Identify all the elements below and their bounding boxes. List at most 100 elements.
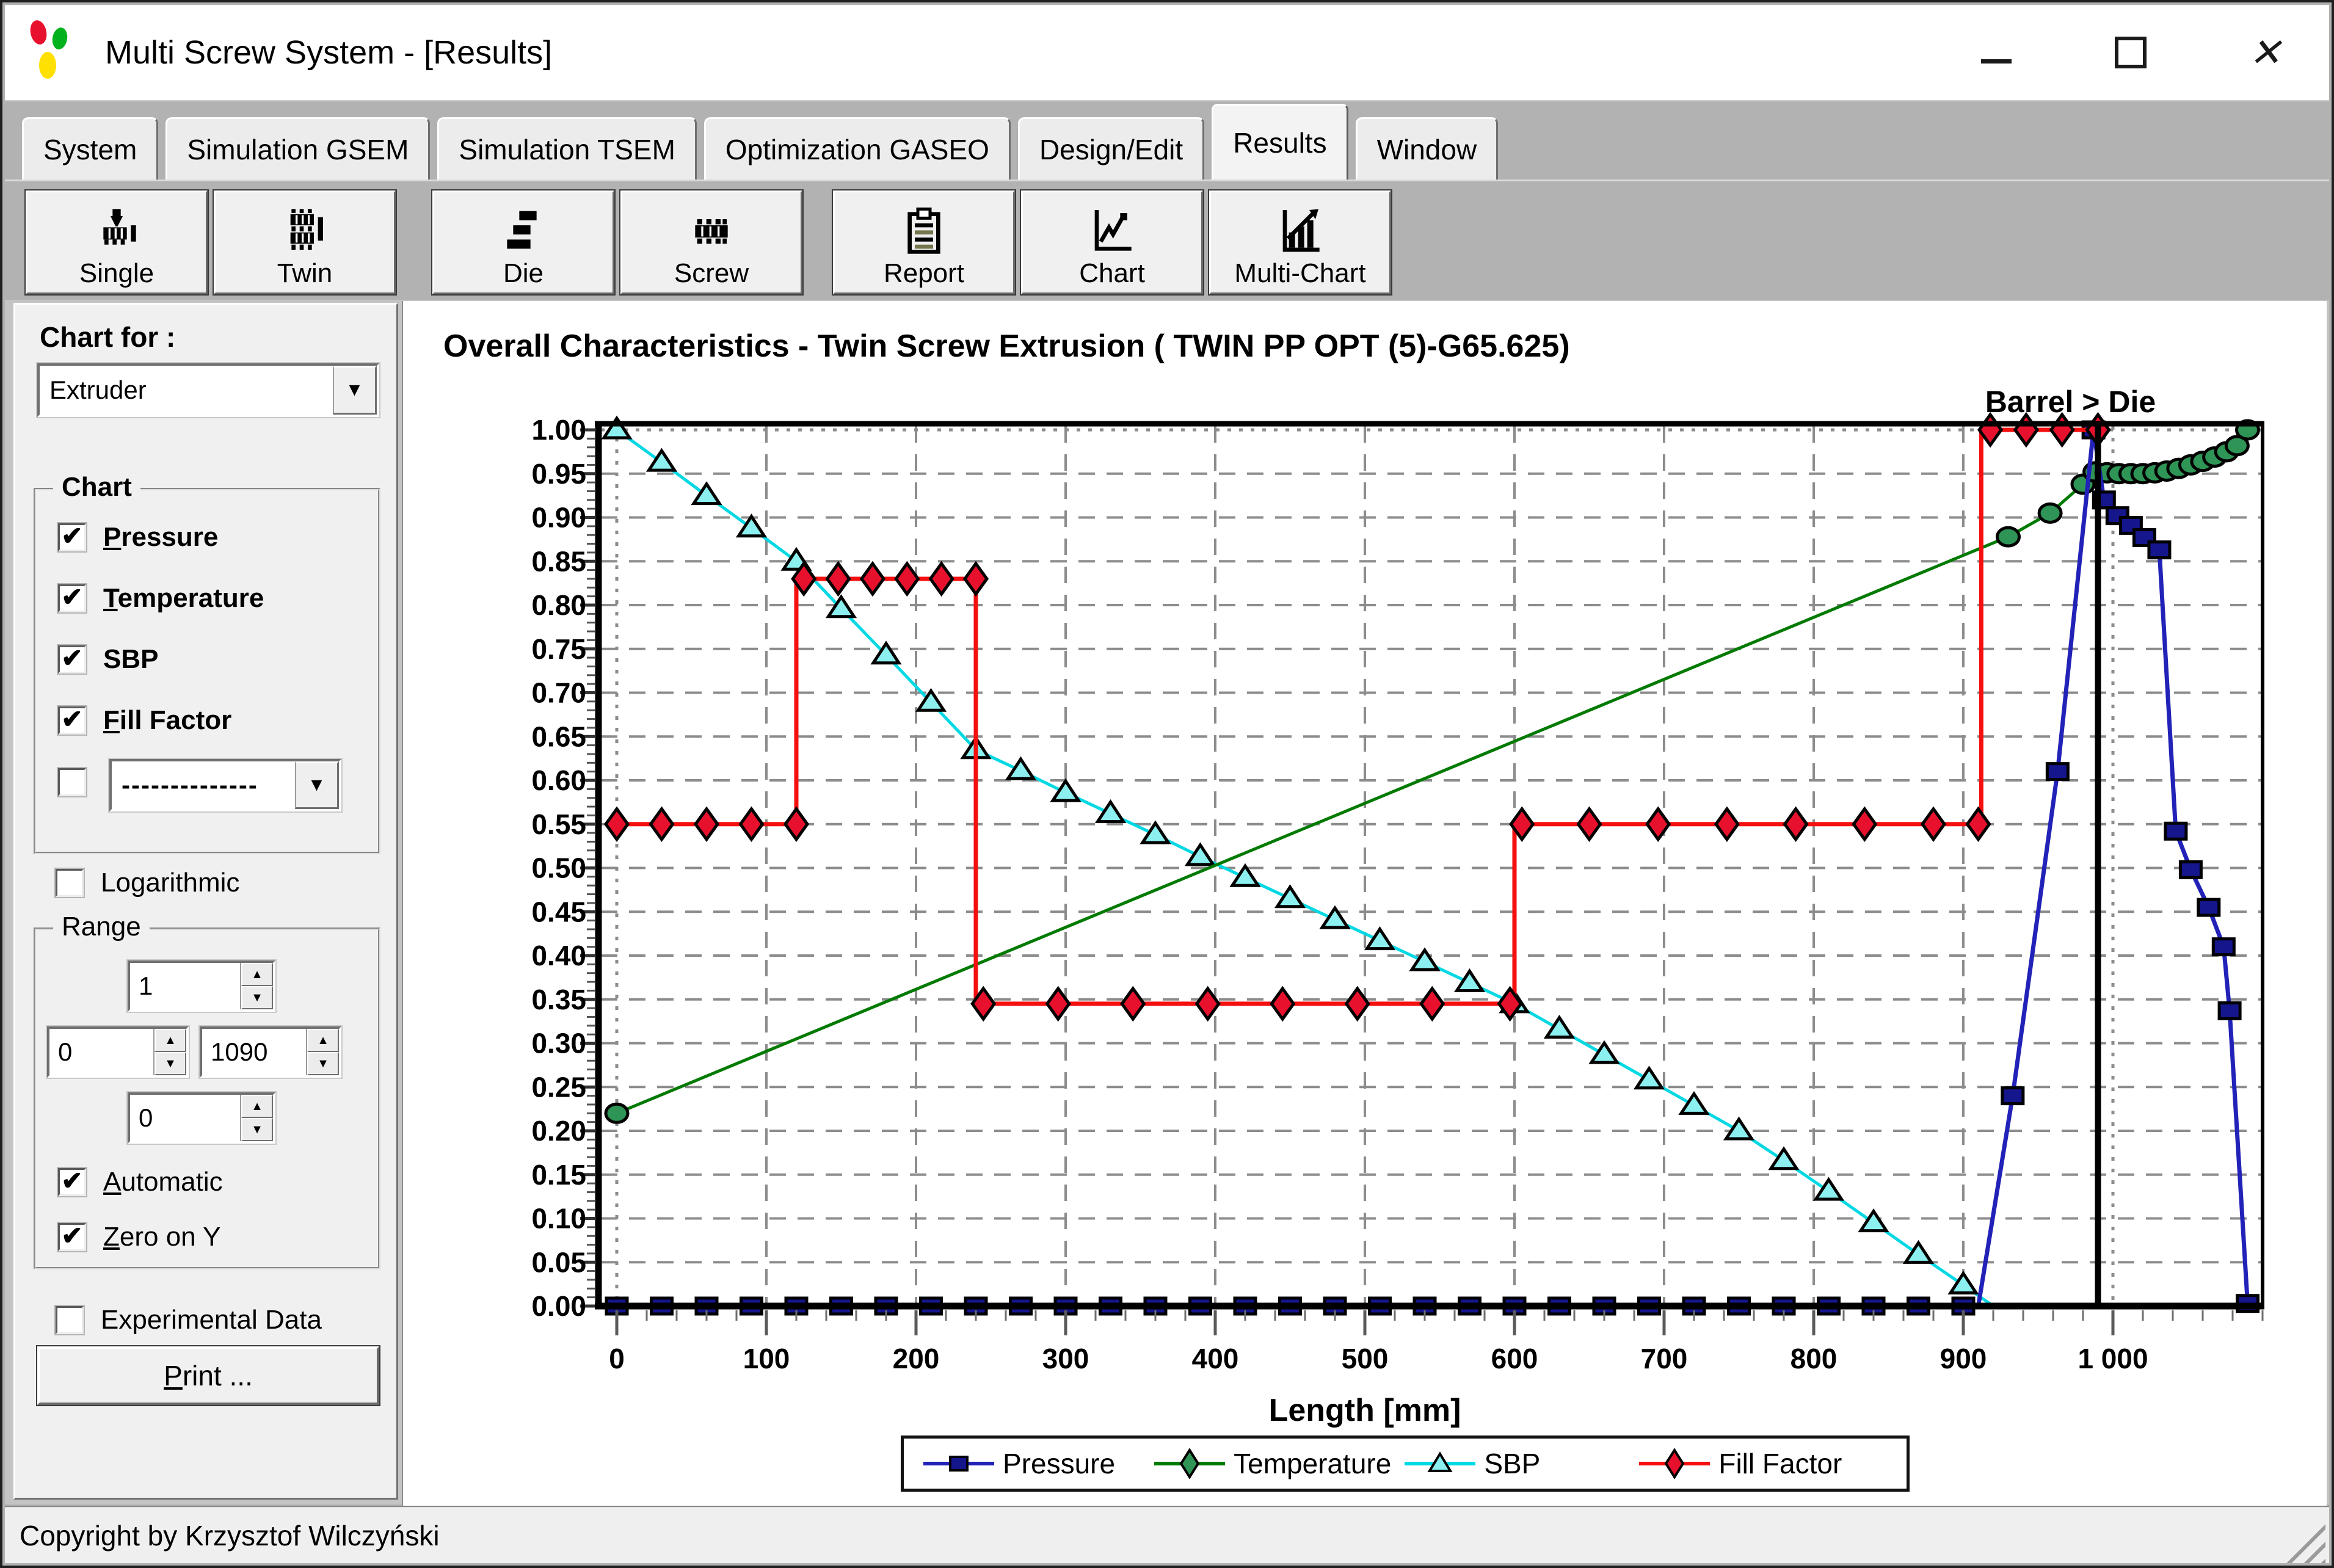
- tab-optimization-gaseo[interactable]: Optimization GASEO: [704, 117, 1011, 180]
- checkbox-pressure[interactable]: ✔Pressure: [58, 522, 218, 553]
- toolbar-group: Die Screw: [432, 191, 802, 294]
- svg-text:0.75: 0.75: [531, 633, 586, 665]
- maximize-button[interactable]: [2109, 31, 2152, 74]
- maximize-icon: [2115, 37, 2147, 68]
- svg-text:400: 400: [1192, 1343, 1239, 1374]
- screw-button[interactable]: Screw: [620, 191, 802, 294]
- spin-up-icon[interactable]: ▲: [241, 1095, 273, 1118]
- checkbox-label: Experimental Data: [101, 1305, 322, 1335]
- range-min-spinner[interactable]: 0 ▲▼: [47, 1026, 189, 1078]
- checkbox-label: Temperature: [103, 583, 264, 614]
- svg-text:0.30: 0.30: [531, 1028, 586, 1059]
- checkbox-logarithmic[interactable]: Logarithmic: [56, 868, 239, 898]
- toolbar-button-label: Screw: [674, 258, 749, 289]
- range-max-spinner[interactable]: 1090 ▲▼: [200, 1026, 341, 1078]
- main-content: Chart for : Extruder ▼ Chart ✔Pressure✔T…: [5, 300, 2329, 1504]
- report-button[interactable]: Report: [833, 191, 1015, 294]
- checkbox-label: Zero on Y: [103, 1222, 220, 1252]
- tab-results[interactable]: Results: [1212, 104, 1348, 180]
- check-icon: ✔: [61, 645, 82, 671]
- multi-chart-button[interactable]: Multi-Chart: [1209, 191, 1391, 294]
- svg-text:Barrel > Die: Barrel > Die: [1985, 385, 2156, 419]
- chevron-down-icon[interactable]: ▼: [295, 761, 339, 809]
- checkbox-box[interactable]: [56, 1306, 84, 1334]
- range-top-spinner[interactable]: 1 ▲▼: [128, 960, 275, 1012]
- svg-text:0.60: 0.60: [531, 764, 586, 796]
- legend-entry-fill-factor: Fill Factor: [1638, 1446, 1842, 1481]
- range-bottom-spinner[interactable]: 0 ▲▼: [128, 1092, 275, 1144]
- svg-text:0.15: 0.15: [531, 1159, 586, 1191]
- window-title: Multi Screw System - [Results]: [105, 34, 552, 71]
- spin-down-icon[interactable]: ▼: [155, 1052, 186, 1075]
- checkbox-label: Fill Factor: [103, 705, 231, 736]
- spin-up-icon[interactable]: ▲: [155, 1029, 186, 1052]
- checkbox-fill-factor[interactable]: ✔ Fill Factor: [58, 705, 231, 736]
- checkbox-box[interactable]: ✔: [58, 1168, 86, 1196]
- tab-design-edit[interactable]: Design/Edit: [1018, 117, 1204, 180]
- checkbox-sbp[interactable]: ✔ SBP: [58, 644, 158, 675]
- print-button[interactable]: Print ...: [37, 1346, 379, 1405]
- spin-down-icon[interactable]: ▼: [307, 1052, 339, 1075]
- extra-series-value: --------------: [112, 761, 295, 809]
- toolbar-button-label: Report: [884, 258, 964, 289]
- svg-text:1 000: 1 000: [2078, 1343, 2148, 1374]
- chevron-down-icon[interactable]: ▼: [333, 366, 377, 415]
- range-group: Range 1 ▲▼ 0 ▲▼ 1090 ▲▼ 0 ▲▼: [34, 927, 380, 1269]
- spin-down-icon[interactable]: ▼: [241, 986, 273, 1009]
- spin-up-icon[interactable]: ▲: [241, 963, 273, 986]
- svg-text:0.85: 0.85: [531, 545, 586, 577]
- checkbox-experimental-data[interactable]: Experimental Data: [56, 1305, 322, 1335]
- checkbox-box[interactable]: ✔: [58, 706, 86, 735]
- die-icon: [499, 207, 548, 256]
- check-icon: ✔: [61, 1223, 82, 1249]
- checkbox-box[interactable]: [58, 768, 86, 796]
- menu-tab-bar: SystemSimulation GSEMSimulation TSEMOpti…: [5, 103, 2329, 180]
- checkbox-extra-series[interactable]: [58, 768, 86, 796]
- single-extruder-icon: [92, 207, 141, 256]
- svg-text:800: 800: [1790, 1343, 1838, 1374]
- print-button-label: Print ...: [164, 1359, 253, 1392]
- app-icon: [31, 19, 78, 86]
- toolbar-button-label: Single: [79, 258, 154, 289]
- screw-icon: [687, 207, 736, 256]
- checkbox-zero-on-y[interactable]: ✔ Zero on Y: [58, 1222, 220, 1252]
- spin-down-icon[interactable]: ▼: [241, 1118, 273, 1141]
- chart-button[interactable]: Chart: [1021, 191, 1203, 294]
- checkbox-label: Logarithmic: [101, 868, 239, 898]
- resize-grip[interactable]: [2283, 1520, 2325, 1563]
- range-bottom-value: 0: [130, 1095, 240, 1141]
- tab-simulation-tsem[interactable]: Simulation TSEM: [437, 117, 697, 180]
- check-icon: ✔: [61, 706, 82, 732]
- svg-text:0.70: 0.70: [531, 677, 586, 709]
- extra-series-dropdown[interactable]: -------------- ▼: [109, 759, 341, 811]
- chart-legend: PressureTemperatureSBPFill Factor: [901, 1436, 1910, 1492]
- chart-series-group: Chart ✔Pressure✔Temperature✔SBP✔Fill Fac…: [34, 488, 380, 854]
- tab-simulation-gsem[interactable]: Simulation GSEM: [165, 117, 430, 180]
- app-window: Multi Screw System - [Results] ✕ SystemS…: [0, 0, 2334, 1568]
- chart-for-dropdown[interactable]: Extruder ▼: [37, 363, 379, 417]
- tab-window[interactable]: Window: [1356, 117, 1499, 180]
- range-max-value: 1090: [202, 1029, 306, 1075]
- checkbox-box[interactable]: ✔: [58, 584, 86, 612]
- checkbox-box[interactable]: ✔: [58, 523, 86, 551]
- spin-up-icon[interactable]: ▲: [307, 1029, 339, 1052]
- checkbox-label: SBP: [103, 644, 158, 675]
- twin-button[interactable]: Twin: [214, 191, 396, 294]
- title-bar: Multi Screw System - [Results] ✕: [5, 5, 2329, 101]
- svg-text:100: 100: [743, 1343, 790, 1374]
- legend-marker-pressure: [922, 1446, 995, 1481]
- svg-text:900: 900: [1940, 1343, 1987, 1374]
- checkbox-temperature[interactable]: ✔ Temperature: [58, 583, 264, 614]
- checkbox-box[interactable]: [56, 869, 84, 897]
- tab-system[interactable]: System: [22, 117, 158, 180]
- checkbox-box[interactable]: ✔: [58, 1223, 86, 1251]
- checkbox-box[interactable]: ✔: [58, 645, 86, 673]
- svg-text:0.50: 0.50: [531, 852, 586, 884]
- single-button[interactable]: Single: [26, 191, 208, 294]
- minimize-button[interactable]: [1975, 31, 2018, 74]
- checkbox-automatic[interactable]: ✔ Automatic: [58, 1167, 223, 1197]
- close-button[interactable]: ✕: [2244, 31, 2286, 74]
- die-button[interactable]: Die: [432, 191, 614, 294]
- svg-text:0.80: 0.80: [531, 589, 586, 621]
- legend-entry-pressure: Pressure: [922, 1446, 1115, 1481]
